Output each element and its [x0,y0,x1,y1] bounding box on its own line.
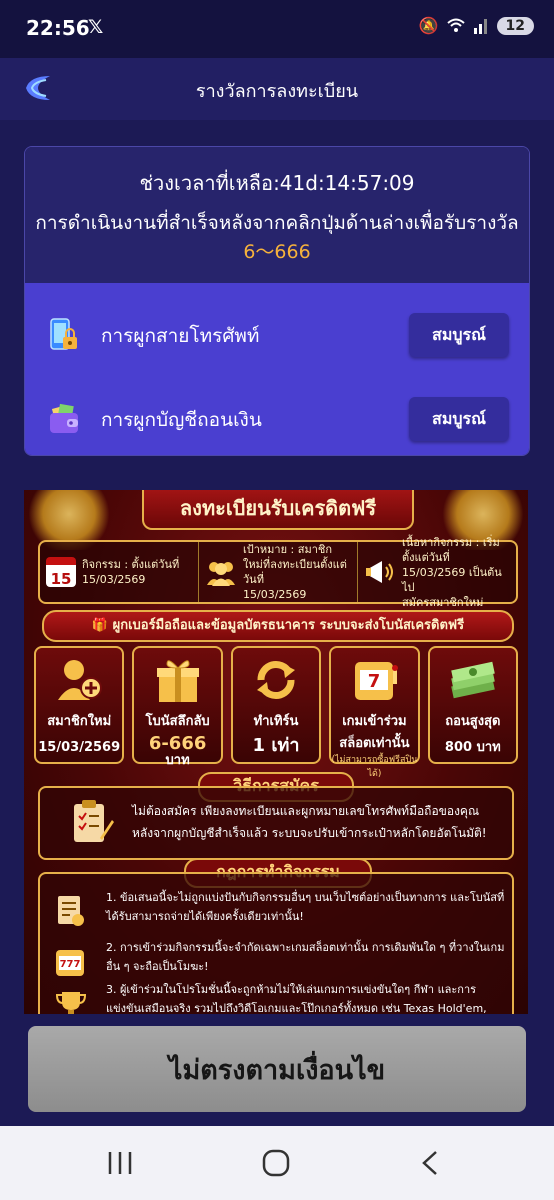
task-label: การผูกสายโทรศัพท์ [101,325,260,347]
reward-card: ช่วงเวลาที่เหลือ:41d:14:57:09 การดำเนินง… [24,146,530,456]
trophy-icon [55,992,87,1014]
mute-icon: 🔕 [418,16,439,35]
info-content: เนื้อหากิจกรรม : เริ่มตั้งแต่วันที่ 15/0… [358,536,516,609]
cta-area: ไม่ตรงตามเงื่อนไข [0,1014,554,1126]
stat-eligible-games: 7 เกมเข้าร่วม สล็อตเท่านั้น (ไม่สามารถซื… [329,646,420,779]
stat-value: 15/03/2569 [38,740,121,755]
stat-label: ทำเทิร์น [253,714,299,729]
promo-banner: ลงทะเบียนรับเครดิตฟรี 15 กิจกรรม : ตั้งแ… [24,490,528,1014]
phone-lock-icon [50,318,77,350]
info-line: เนื้อหากิจกรรม : เริ่มตั้งแต่วันที่ 15/0… [402,535,502,594]
info-row: 15 กิจกรรม : ตั้งแต่วันที่ 15/03/2569 เป้… [38,536,518,609]
gift-icon: 🎁 [91,618,113,633]
info-line: 15/03/2569 [82,573,146,586]
countdown-text: ช่วงเวลาที่เหลือ:41d:14:57:09 [139,171,415,195]
rule-item: 1. ข้อเสนอนี้จะไม่ถูกแบ่งปันกับกิจกรรมอื… [106,891,505,923]
stat-turnover: ทำเทิร์น 1 เท่า [230,646,322,764]
reward-range: 6〜666 [243,241,311,263]
refresh-icon [257,660,296,700]
not-eligible-button[interactable]: ไม่ตรงตามเงื่อนไข [28,1026,526,1112]
rule-item: 3. ผู้เข้าร่วมในโปรโมชั่นนี้จะถูกห้ามไม่… [106,983,487,1014]
apply-box: ไม่ต้องสมัคร เพียงลงทะเบียนและผูกหมายเลข… [38,786,514,860]
info-activity-date: 15 กิจกรรม : ตั้งแต่วันที่ 15/03/2569 [40,542,199,602]
info-line: กิจกรรม : ตั้งแต่วันที่ [82,558,180,571]
calendar-icon: 15 [46,557,76,587]
stat-label: เกมเข้าร่วม [342,714,407,729]
info-line: เป้าหมาย : สมาชิกใหม่ที่ลงทะเบียนตั้งแต่… [243,543,347,586]
page-title: รางวัลการลงทะเบียน [195,81,359,102]
stat-new-member: สมาชิกใหม่ 15/03/2569 [34,646,125,764]
stat-mystery-bonus: โบนัสลึกลับ 6-666 บาท [132,646,223,768]
task-bind-withdraw-account: การผูกบัญชีถอนเงิน สมบูรณ์ [25,387,529,447]
system-nav-bar [0,1126,554,1200]
back-icon[interactable] [412,1148,452,1178]
gift-bar: 🎁 ผูกเบอร์มือถือและข้อมูลบัตรธนาคาร ระบบ… [42,610,514,642]
slot-icon: 777 [56,950,84,976]
reward-description: การดำเนินงานที่สำเร็จหลังจากคลิกปุ่มด้าน… [25,209,529,267]
stat-max-withdraw: ถอนสูงสุด 800 บาท [427,646,519,764]
stat-value: 1 เท่า [252,735,300,756]
gift-bar-text: ผูกเบอร์มือถือและข้อมูลบัตรธนาคาร ระบบจะ… [112,618,465,633]
megaphone-icon [366,561,393,583]
page-header: รางวัลการลงทะเบียน [0,58,554,120]
complete-withdraw-button[interactable]: สมบูรณ์ [409,397,509,441]
banner-title: ลงทะเบียนรับเครดิตฟรี [142,490,414,530]
reward-description-text: การดำเนินงานที่สำเร็จหลังจากคลิกปุ่มด้าน… [35,212,519,234]
home-icon[interactable] [256,1148,296,1178]
cash-stack-icon [451,661,495,699]
status-bar: 22:56 𝕏 🔕 12 [0,0,554,58]
stat-label: สมาชิกใหม่ [47,714,112,729]
people-icon [207,562,235,586]
complete-phone-button[interactable]: สมบูรณ์ [409,313,509,357]
rule-item: 2. การเข้าร่วมกิจกรรมนี้จะจำกัดเฉพาะเกมส… [106,941,505,973]
slot-machine-icon: 7 [355,662,399,700]
status-time: 22:56 [26,16,90,40]
stat-unit: บาท [165,753,190,768]
stat-label: โบนัสลึกลับ [145,714,210,729]
stat-value: 6-666 [148,733,207,754]
rules-box: 1. ข้อเสนอนี้จะไม่ถูกแบ่งปันกับกิจกรรมอื… [38,872,514,1014]
stats-row: สมาชิกใหม่ 15/03/2569 โบนัสลึกลับ 6-666 … [34,646,519,779]
battery-indicator: 12 [496,16,534,35]
stat-value: สล็อตเท่านั้น [339,736,410,751]
svg-text:777: 777 [60,959,81,970]
task-list: การผูกสายโทรศัพท์ สมบูรณ์ การผูกบัญชีถอน… [25,283,529,455]
info-line: สมัครสมาชิกใหม่ [402,595,484,609]
task-bind-phone: การผูกสายโทรศัพท์ สมบูรณ์ [25,303,529,363]
x-logo-icon: 𝕏 [88,16,104,38]
stat-value: 800 บาท [444,740,501,755]
gift-box-icon [156,660,199,702]
clipboard-icon [74,800,114,842]
document-icon [58,896,84,926]
recent-apps-icon[interactable] [100,1148,140,1178]
signal-icon [473,18,487,34]
wallet-icon [50,403,78,433]
info-line: 15/03/2569 [243,588,307,601]
svg-text:7: 7 [368,671,381,692]
reward-card-header: ช่วงเวลาที่เหลือ:41d:14:57:09 การดำเนินง… [25,147,529,283]
apply-text: ไม่ต้องสมัคร เพียงลงทะเบียนและผูกหมายเลข… [132,804,487,840]
info-target: เป้าหมาย : สมาชิกใหม่ที่ลงทะเบียนตั้งแต่… [199,542,358,602]
add-user-icon [58,660,103,700]
stat-label: ถอนสูงสุด [445,714,501,729]
status-icons: 🔕 12 [419,16,534,35]
wifi-icon [446,18,465,32]
task-label: การผูกบัญชีถอนเงิน [101,409,262,431]
